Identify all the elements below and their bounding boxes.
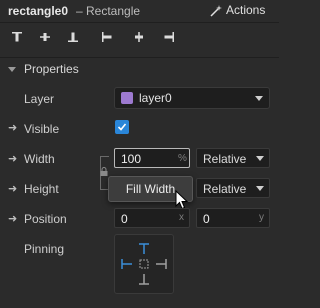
align-vertical-center-icon bbox=[40, 33, 50, 41]
actions-label: Actions bbox=[226, 3, 266, 17]
visible-checkbox[interactable] bbox=[115, 120, 129, 134]
align-horizontal-center-button[interactable] bbox=[128, 27, 150, 47]
width-value: 100 bbox=[121, 152, 142, 166]
pin-center[interactable] bbox=[139, 259, 149, 269]
align-top-button[interactable] bbox=[6, 27, 28, 47]
height-mode-select[interactable]: Relative bbox=[196, 178, 270, 198]
width-unit: % bbox=[178, 153, 187, 164]
binding-arrow-icon[interactable]: ➜ bbox=[8, 182, 17, 195]
layer-value: layer0 bbox=[139, 91, 172, 105]
visible-label: Visible bbox=[24, 122, 60, 136]
width-mode-value: Relative bbox=[203, 152, 247, 166]
width-input[interactable]: 100 % bbox=[114, 148, 190, 168]
checkmark-icon bbox=[117, 123, 127, 131]
align-bottom-button[interactable] bbox=[62, 27, 84, 47]
pin-right[interactable] bbox=[156, 259, 167, 269]
binding-arrow-icon[interactable]: ➜ bbox=[8, 152, 17, 165]
width-mode-select[interactable]: Relative bbox=[196, 148, 270, 168]
lock-icon[interactable] bbox=[100, 167, 108, 176]
align-toolbar bbox=[0, 23, 279, 51]
align-horizontal-center-icon bbox=[135, 32, 143, 42]
align-left-button[interactable] bbox=[96, 27, 118, 47]
pin-bottom[interactable] bbox=[139, 274, 149, 285]
chevron-down-icon bbox=[256, 186, 264, 191]
inspector-header: rectangle0 – Rectangle Actions bbox=[0, 0, 279, 23]
mouse-cursor-icon bbox=[175, 190, 189, 210]
align-bottom-icon bbox=[68, 32, 78, 42]
height-label: Height bbox=[24, 182, 59, 196]
pinning-diagram bbox=[121, 243, 167, 285]
layer-select[interactable]: layer0 bbox=[114, 87, 270, 109]
chevron-down-icon bbox=[255, 96, 263, 101]
chevron-down-icon bbox=[8, 67, 16, 72]
pin-left[interactable] bbox=[121, 259, 132, 269]
align-right-icon bbox=[164, 32, 174, 42]
object-type: – Rectangle bbox=[76, 4, 141, 18]
position-x-unit: x bbox=[179, 212, 184, 223]
align-left-icon bbox=[102, 32, 112, 42]
pinning-widget[interactable] bbox=[114, 234, 174, 294]
align-right-button[interactable] bbox=[158, 27, 180, 47]
binding-arrow-icon[interactable]: ➜ bbox=[8, 212, 17, 225]
actions-button[interactable]: Actions bbox=[210, 3, 265, 17]
chevron-down-icon bbox=[256, 156, 264, 161]
position-y-unit: y bbox=[259, 212, 264, 223]
pinning-label: Pinning bbox=[24, 242, 65, 256]
magic-wand-icon bbox=[210, 4, 222, 17]
height-mode-value: Relative bbox=[203, 182, 247, 196]
pin-top[interactable] bbox=[139, 243, 149, 254]
position-y-value: 0 bbox=[203, 212, 210, 226]
object-name: rectangle0 bbox=[8, 4, 69, 18]
layer-label: Layer bbox=[24, 92, 55, 106]
align-vertical-center-button[interactable] bbox=[34, 27, 56, 47]
layer-color-swatch bbox=[121, 92, 133, 104]
align-top-icon bbox=[12, 32, 22, 42]
position-x-value: 0 bbox=[121, 212, 128, 226]
binding-arrow-icon[interactable]: ➜ bbox=[8, 121, 17, 134]
properties-section-header[interactable]: Properties bbox=[0, 57, 279, 80]
position-x-input[interactable]: 0 x bbox=[114, 208, 190, 228]
position-y-input[interactable]: 0 y bbox=[196, 208, 270, 228]
properties-section-label: Properties bbox=[24, 62, 79, 76]
position-label: Position bbox=[24, 212, 67, 226]
width-label: Width bbox=[24, 152, 55, 166]
